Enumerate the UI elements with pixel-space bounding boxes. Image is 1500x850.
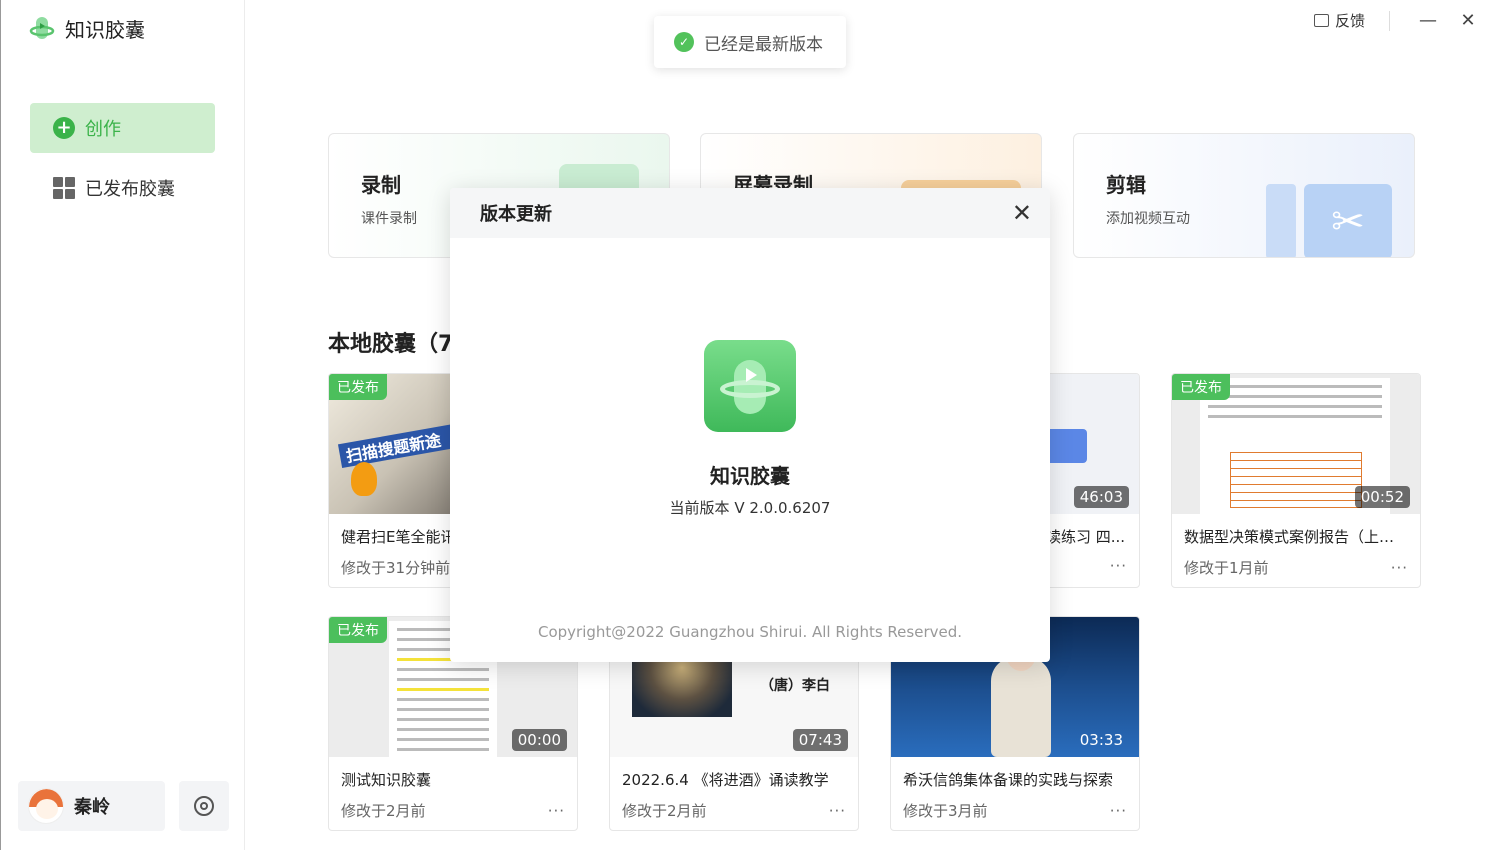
more-icon[interactable]: ··· [1110, 802, 1127, 820]
toast: ✓ 已经是最新版本 [654, 16, 846, 68]
capsule-name: 数据型决策模式案例报告（上大... [1184, 528, 1409, 546]
feedback-icon [1313, 14, 1329, 27]
capsule-thumbnail: 已发布 00:52 [1172, 374, 1420, 514]
capsule-logo-icon [29, 15, 55, 43]
local-capsules-title: 本地胶囊（7 [328, 332, 454, 357]
user-profile[interactable]: 秦岭 [18, 781, 165, 831]
divider [1389, 10, 1390, 31]
capsule-duration: 03:33 [1079, 731, 1123, 749]
nav-published-label: 已发布胶囊 [85, 179, 175, 200]
more-icon[interactable]: ··· [548, 802, 565, 820]
user-name: 秦岭 [74, 797, 110, 818]
capsule-duration: 00:00 [511, 729, 567, 751]
flame-icon [351, 462, 377, 496]
close-window-button[interactable]: ✕ [1448, 10, 1488, 31]
nav-create[interactable]: + 创作 [30, 103, 215, 153]
sidebar: 知识胶囊 + 创作 已发布胶囊 秦岭 [0, 0, 245, 850]
capsule-modified: 修改于3月前 [903, 802, 988, 820]
capsule-card[interactable]: 已发布 00:52 数据型决策模式案例报告（上大... 修改于1月前 ··· [1171, 373, 1421, 588]
capsule-name: 测试知识胶囊 [341, 771, 432, 789]
published-badge: 已发布 [329, 374, 387, 400]
capsule-modified: 修改于31分钟前 [341, 559, 451, 577]
window-controls: 反馈 — ✕ [1313, 10, 1488, 31]
capsule-name: 2022.6.4 《将进酒》诵读教学 [622, 771, 829, 789]
dialog-copyright: Copyright@2022 Guangzhou Shirui. All Rig… [537, 623, 963, 641]
dialog-header: 版本更新 ✕ [450, 188, 1050, 238]
more-icon[interactable]: ··· [829, 802, 846, 820]
capsule-duration: 07:43 [792, 729, 848, 751]
app-title: 知识胶囊 [65, 18, 145, 42]
more-icon[interactable]: ··· [1110, 557, 1127, 575]
dialog-app-name: 知识胶囊 [710, 464, 790, 488]
edit-card[interactable]: ✂ 剪辑 添加视频互动 [1073, 133, 1415, 258]
settings-button[interactable] [179, 781, 229, 831]
gear-icon [194, 796, 214, 816]
plus-circle-icon: + [53, 117, 75, 139]
scissors-icon: ✂ [1304, 184, 1392, 257]
dialog-title: 版本更新 [480, 204, 552, 225]
toast-message: 已经是最新版本 [704, 34, 823, 55]
avatar [28, 788, 64, 824]
app-logo: 知识胶囊 [29, 14, 145, 43]
feedback-label: 反馈 [1334, 12, 1365, 30]
grid-icon [53, 177, 75, 199]
capsule-modified: 修改于1月前 [1184, 559, 1269, 577]
table-image [1230, 452, 1362, 508]
capsule-duration: 46:03 [1073, 486, 1129, 508]
published-badge: 已发布 [329, 617, 387, 643]
version-update-dialog: 版本更新 ✕ 知识胶囊 当前版本 V 2.0.0.6207 Copyright@… [450, 188, 1050, 662]
app-logo-icon [704, 340, 796, 432]
minimize-button[interactable]: — [1408, 10, 1448, 31]
nav-create-label: 创作 [85, 119, 121, 140]
capsule-modified: 修改于2月前 [341, 802, 426, 820]
capsule-duration: 00:52 [1354, 486, 1410, 508]
feedback-button[interactable]: 反馈 [1313, 10, 1365, 31]
film-strip-icon [1266, 184, 1296, 257]
check-circle-icon: ✓ [674, 32, 694, 52]
nav-published[interactable]: 已发布胶囊 [53, 175, 175, 201]
news-anchor-image [991, 657, 1051, 757]
dialog-version: 当前版本 V 2.0.0.6207 [669, 499, 831, 517]
thumbnail-text: （唐）李白 [760, 678, 830, 694]
close-icon[interactable]: ✕ [1012, 201, 1032, 225]
capsule-modified: 修改于2月前 [622, 802, 707, 820]
capsule-name: 希沃信鸽集体备课的实践与探索 [903, 771, 1114, 789]
published-badge: 已发布 [1172, 374, 1230, 400]
more-icon[interactable]: ··· [1391, 559, 1408, 577]
